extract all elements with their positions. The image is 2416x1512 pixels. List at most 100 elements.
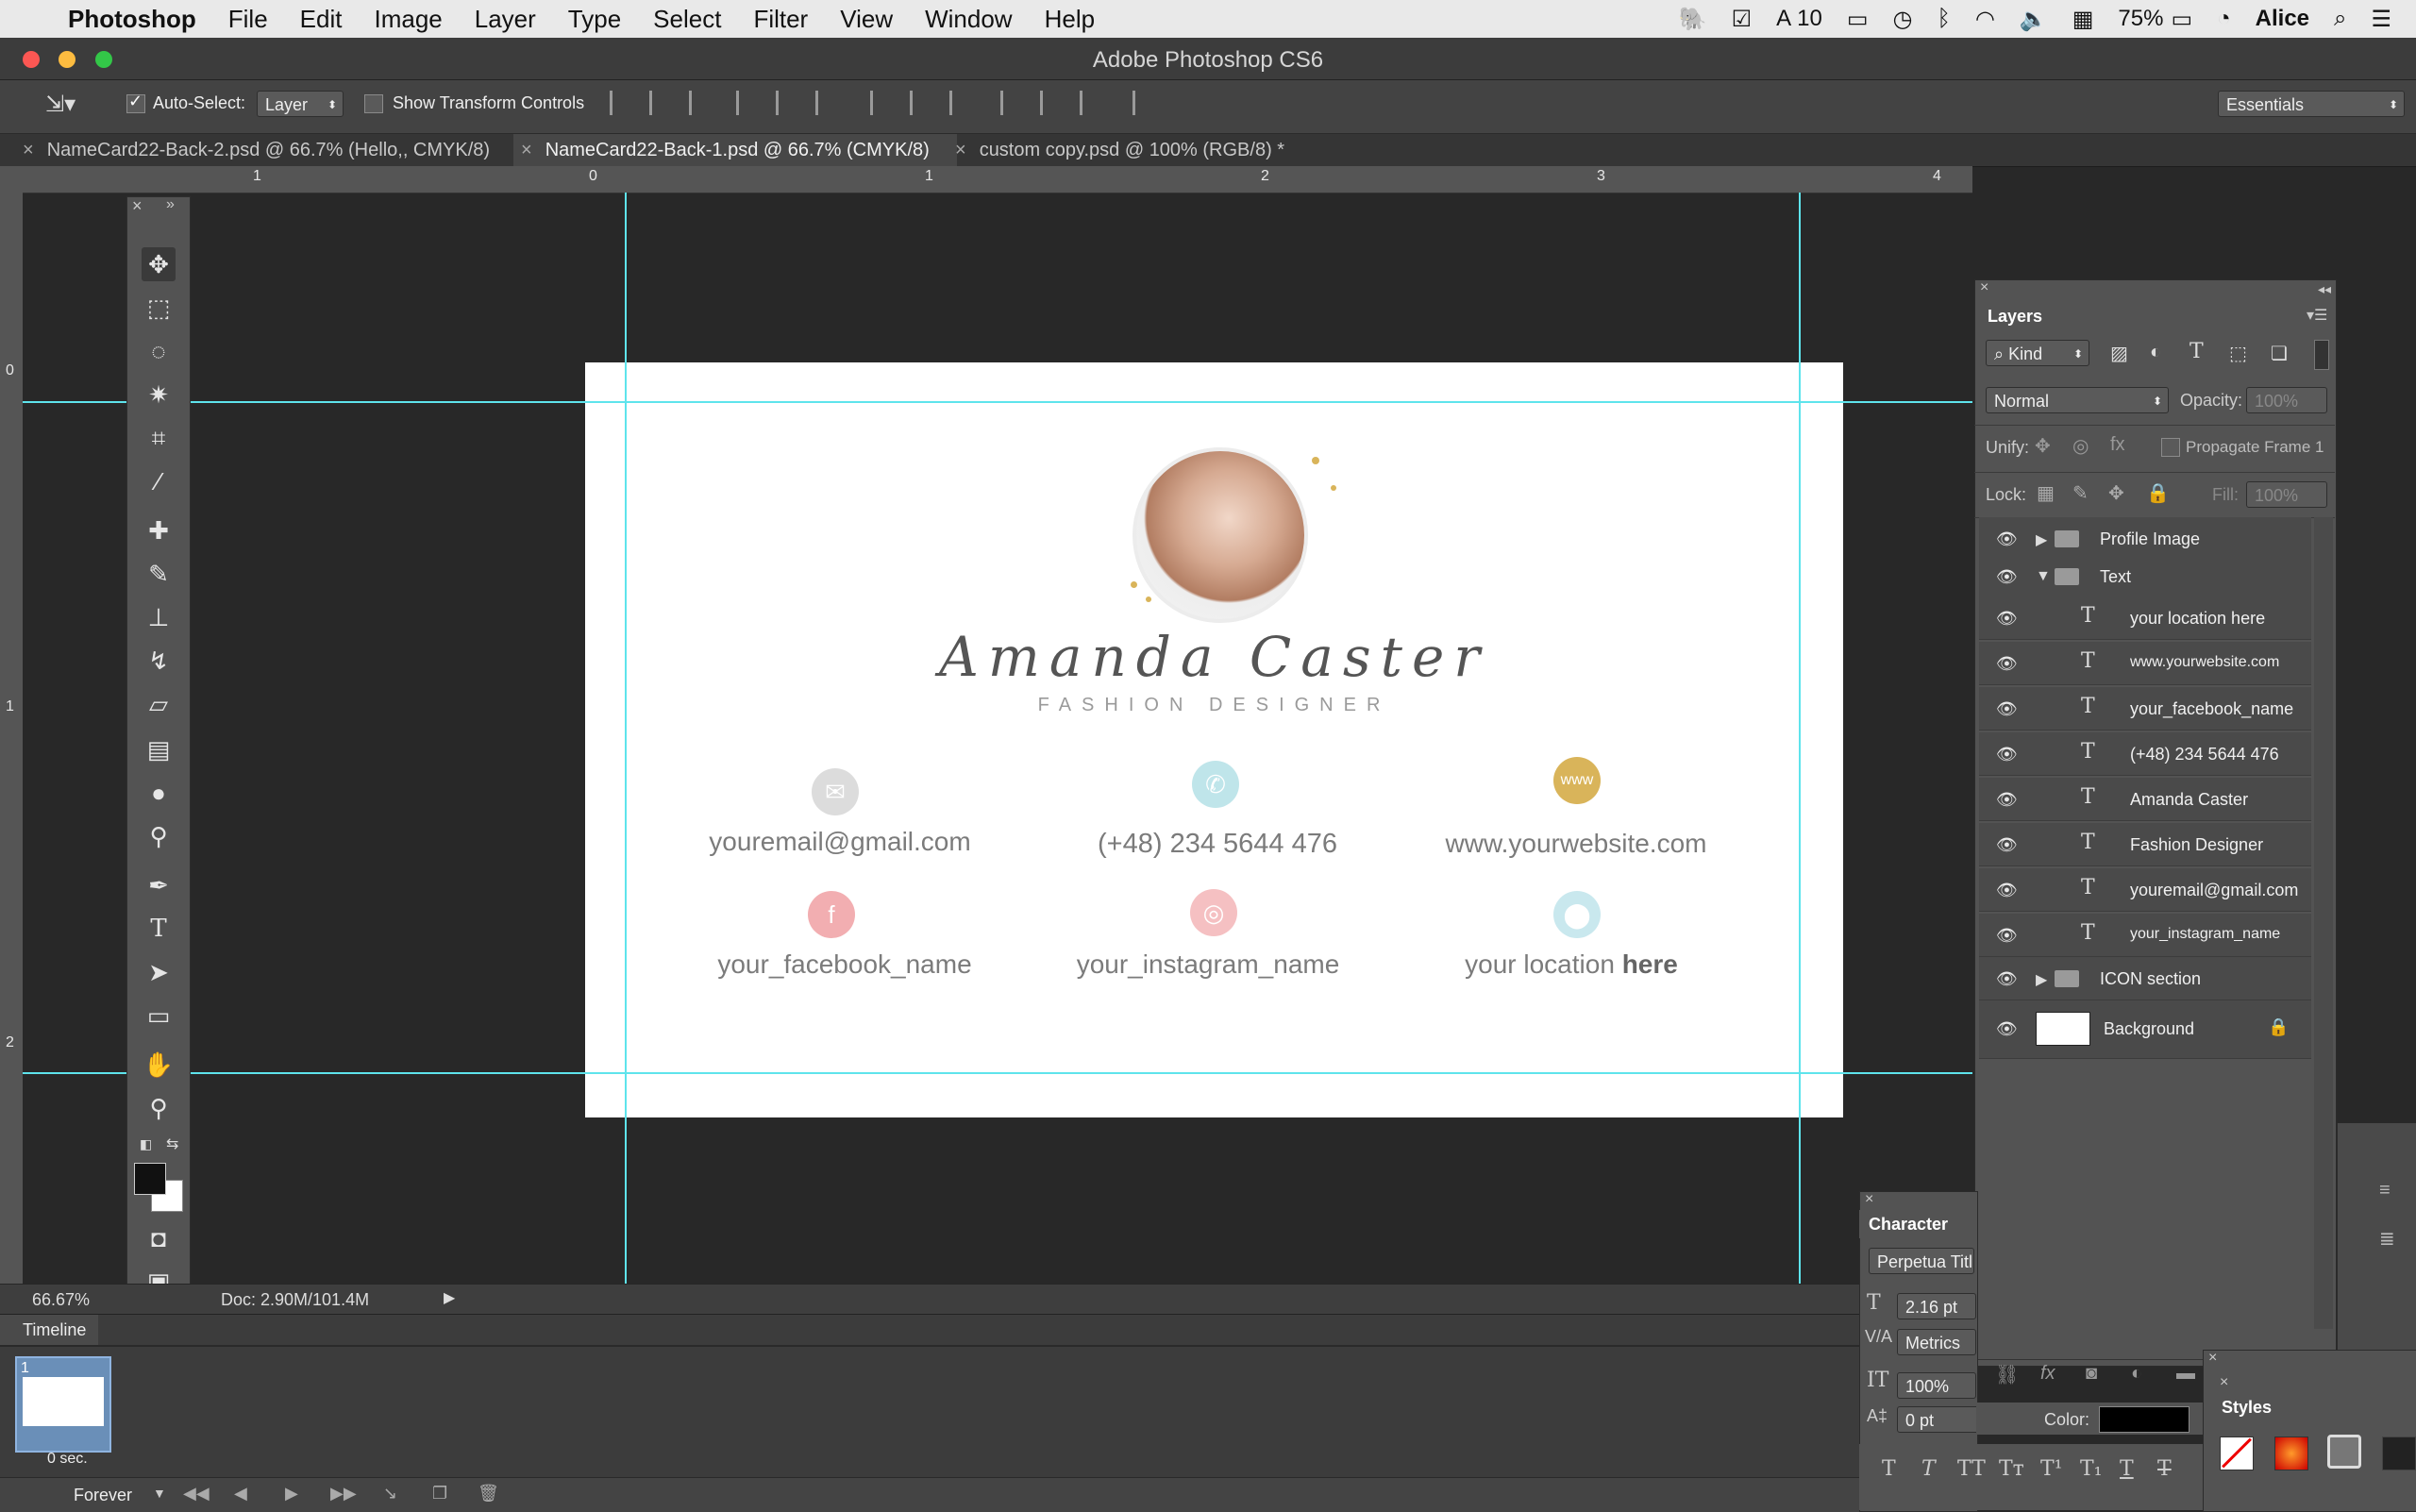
fill-field[interactable]: 100% <box>2246 481 2327 508</box>
card-phone[interactable]: (+48) 234 5644 476 <box>1057 829 1378 860</box>
dodge-tool-icon[interactable]: ⚲ <box>142 819 176 853</box>
propagate-checkbox[interactable] <box>2161 438 2180 457</box>
type-tool-icon[interactable]: T <box>142 912 176 946</box>
layer-your-location[interactable]: 👁 T your location here <box>1979 596 2311 640</box>
lock-image-icon[interactable]: ✎ <box>2072 481 2089 505</box>
lock-all-icon[interactable]: 🔒 <box>2146 481 2170 505</box>
menu-help[interactable]: Help <box>1045 5 1095 34</box>
layer-website[interactable]: 👁 T www.yourwebsite.com <box>1979 642 2311 685</box>
timeline-frame[interactable]: 1 <box>15 1356 111 1453</box>
layers-scrollbar[interactable] <box>2314 517 2333 1329</box>
lasso-tool-icon[interactable]: ◌ <box>142 334 176 368</box>
play-icon[interactable]: ▶ <box>285 1484 298 1504</box>
loop-arrow-icon[interactable]: ▼ <box>153 1486 166 1501</box>
unify-visibility-icon[interactable]: ◎ <box>2072 434 2089 458</box>
collapse-group-icon[interactable]: ▼ <box>2036 568 2051 585</box>
bluetooth-icon[interactable]: ᛒ <box>1937 6 1950 32</box>
zoom-tool-icon[interactable]: ⚲ <box>142 1091 176 1125</box>
auto-select-dropdown[interactable]: Layer ⬍ <box>257 91 344 117</box>
wifi-icon[interactable]: ◠ <box>1975 6 1995 33</box>
expand-group-icon[interactable]: ▶ <box>2036 530 2047 549</box>
prev-frame-icon[interactable]: ◀ <box>234 1484 247 1504</box>
menu-filter[interactable]: Filter <box>753 5 808 34</box>
next-frame-icon[interactable]: ▶▶ <box>330 1484 357 1504</box>
horizontal-ruler[interactable]: 1 0 1 2 3 4 <box>0 166 1972 193</box>
eye-icon[interactable]: 👁 <box>1996 699 2018 719</box>
kerning-dropdown[interactable]: Metrics <box>1897 1329 1976 1355</box>
style-red-swatch[interactable] <box>2274 1436 2308 1470</box>
distribute-hcenter-icon[interactable] <box>1040 91 1061 115</box>
filter-toggle[interactable] <box>2314 340 2329 370</box>
tab-custom-copy[interactable]: × custom copy.psd @ 100% (RGB/8) * <box>955 134 1314 166</box>
menu-view[interactable]: View <box>840 5 893 34</box>
layer-icon-section[interactable]: 👁 ▶ ICON section <box>1979 957 2311 1000</box>
link-layers-icon[interactable]: ⛓ <box>1995 1363 2019 1386</box>
adobe-icon[interactable]: A <box>1776 6 1791 32</box>
close-tab-icon[interactable]: × <box>521 140 532 160</box>
font-family-dropdown[interactable]: Perpetua Titl <box>1869 1248 1974 1274</box>
delete-frame-icon[interactable]: 🗑 <box>478 1484 499 1504</box>
volume-icon[interactable]: 🔈 <box>2020 6 2048 33</box>
layer-phone[interactable]: 👁 T (+48) 234 5644 476 <box>1979 732 2311 776</box>
eye-icon[interactable]: 👁 <box>1996 881 2018 900</box>
duplicate-frame-icon[interactable]: ❐ <box>432 1484 447 1504</box>
menu-file[interactable]: File <box>228 5 268 34</box>
distribute-right-icon[interactable] <box>1080 91 1100 115</box>
filter-adjustment-icon[interactable]: ◐ <box>2150 342 2161 363</box>
card-facebook[interactable]: your_facebook_name <box>698 949 991 980</box>
layer-fashion-designer[interactable]: 👁 T Fashion Designer <box>1979 823 2311 866</box>
menu-app-name[interactable]: Photoshop <box>68 5 196 34</box>
stamp-tool-icon[interactable]: ⊥ <box>142 600 176 634</box>
healing-brush-tool-icon[interactable]: ✚ <box>142 513 176 547</box>
layer-text-group[interactable]: 👁 ▼ Text <box>1979 555 2311 598</box>
align-top-icon[interactable] <box>610 91 630 115</box>
filter-pixel-icon[interactable]: ▨ <box>2110 342 2128 365</box>
move-tool-preset-icon[interactable]: ⇲▾ <box>45 91 76 118</box>
strikethrough-icon[interactable]: T <box>2157 1457 2172 1481</box>
styles-tab[interactable]: Styles <box>2214 1393 2305 1421</box>
crop-tool-icon[interactable]: ⌗ <box>142 421 176 455</box>
align-text-icon[interactable]: ≡ <box>2379 1180 2391 1201</box>
layers-tab[interactable]: Layers <box>1976 302 2078 330</box>
eyedropper-tool-icon[interactable]: ⁄ <box>142 464 176 498</box>
style-border-swatch[interactable] <box>2327 1435 2361 1469</box>
card-title[interactable]: FASHION DESIGNER <box>868 695 1560 716</box>
superscript-icon[interactable]: T¹ <box>2040 1457 2063 1481</box>
collapse-tools-icon[interactable]: » <box>166 196 175 213</box>
gradient-tool-icon[interactable]: ▤ <box>142 732 176 766</box>
style-none-swatch[interactable] <box>2220 1436 2254 1470</box>
card-name[interactable]: Amanda Caster <box>868 625 1560 689</box>
profile-image[interactable] <box>1132 447 1308 623</box>
layers-menu-icon[interactable]: ▾☰ <box>2307 306 2327 325</box>
frame-duration[interactable]: 0 sec. <box>47 1451 88 1468</box>
layer-email[interactable]: 👁 T youremail@gmail.com <box>1979 868 2311 912</box>
menu-select[interactable]: Select <box>653 5 721 34</box>
marquee-tool-icon[interactable]: ⬚ <box>142 291 176 325</box>
eye-icon[interactable]: 👁 <box>1996 835 2018 855</box>
close-tab-icon[interactable]: × <box>955 140 966 160</box>
card-location[interactable]: your location here <box>1416 949 1727 980</box>
default-colors-icon[interactable]: ◧ <box>140 1136 152 1152</box>
move-tool-icon[interactable]: ✥ <box>142 247 176 281</box>
layer-amanda-caster[interactable]: 👁 T Amanda Caster <box>1979 778 2311 821</box>
close-character-icon[interactable]: × <box>1865 1191 1873 1208</box>
subscript-icon[interactable]: T₁ <box>2080 1457 2103 1481</box>
vertical-guide[interactable] <box>1799 193 1801 1284</box>
auto-align-icon[interactable] <box>1132 91 1153 115</box>
time-machine-icon[interactable]: ◷ <box>1893 6 1913 33</box>
distribute-left-icon[interactable] <box>1000 91 1021 115</box>
align-right-icon[interactable] <box>815 91 836 115</box>
filter-kind-dropdown[interactable]: ⌕ Kind ⬍ <box>1986 340 2089 366</box>
filter-shape-icon[interactable]: ⬚ <box>2229 342 2247 365</box>
distribute-top-icon[interactable] <box>870 91 891 115</box>
close-tab-icon[interactable]: × <box>23 140 34 160</box>
font-size-field[interactable]: 2.16 pt <box>1897 1293 1976 1319</box>
all-caps-icon[interactable]: TT <box>1957 1457 1986 1481</box>
clock-icon[interactable]: ◔ <box>2217 6 2231 32</box>
card-website[interactable]: www.yourwebsite.com <box>1416 829 1736 859</box>
card-email[interactable]: youremail@gmail.com <box>698 827 982 857</box>
eye-icon[interactable]: 👁 <box>1996 567 2018 587</box>
close-window-button[interactable] <box>23 51 40 68</box>
rectangle-tool-icon[interactable]: ▭ <box>142 999 176 1033</box>
history-brush-tool-icon[interactable]: ↯ <box>142 644 176 678</box>
